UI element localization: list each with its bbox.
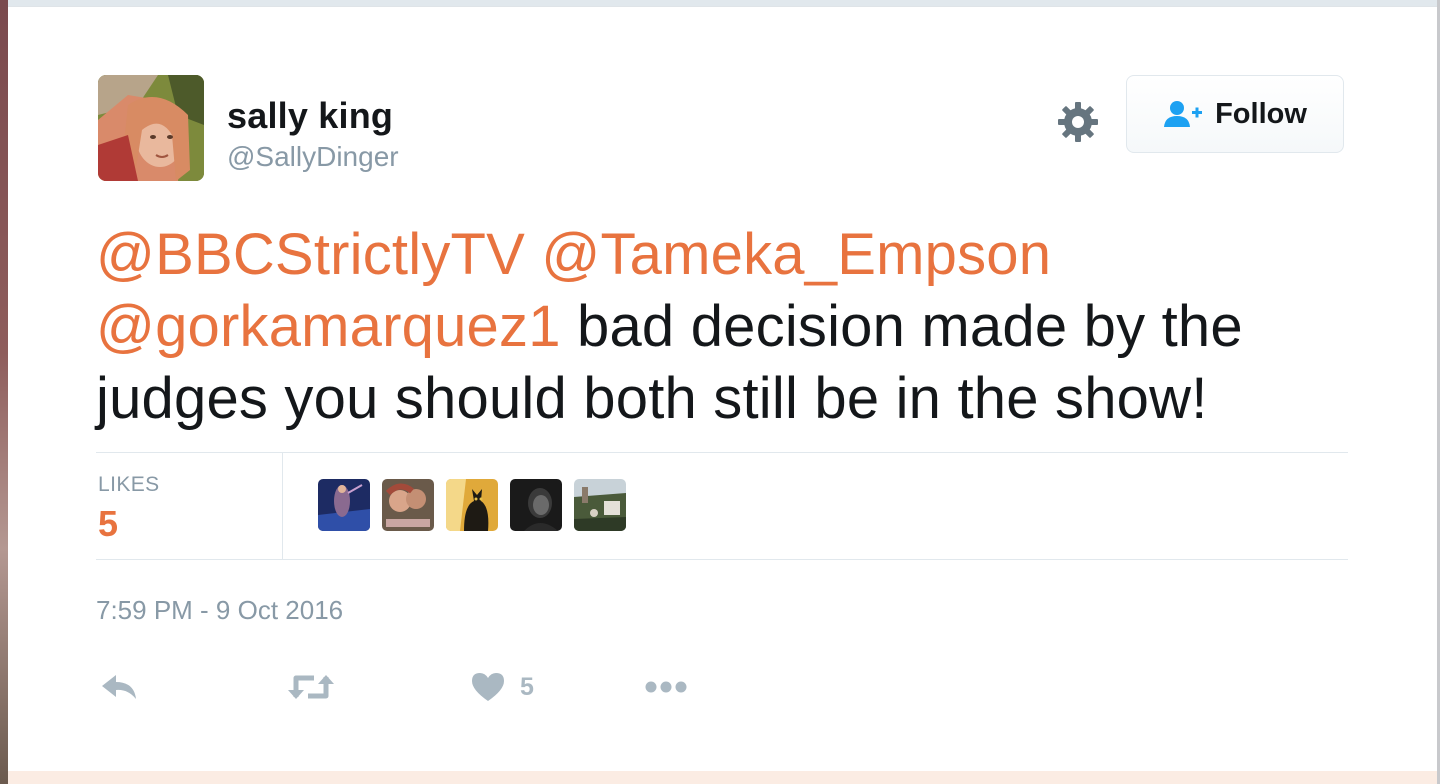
liker-avatar[interactable]: [318, 479, 370, 531]
gear-icon[interactable]: [1056, 100, 1100, 144]
reply-button[interactable]: [100, 663, 140, 711]
mention-link[interactable]: @Tameka_Empson: [541, 222, 1051, 287]
liker-avatar-icon: [382, 479, 434, 531]
more-button[interactable]: [644, 663, 688, 711]
tweet-actions: 5: [96, 663, 796, 711]
liker-avatar-icon: [510, 479, 562, 531]
like-count: 5: [520, 672, 534, 701]
liker-avatar-icon: [318, 479, 370, 531]
tweet-timestamp[interactable]: 7:59 PM - 9 Oct 2016: [96, 595, 343, 626]
likes-label: LIKES: [98, 473, 160, 496]
likes-stat[interactable]: LIKES 5: [96, 453, 283, 559]
profile-photo-icon: [98, 75, 204, 181]
user-handle[interactable]: @SallyDinger: [227, 141, 399, 173]
more-icon: [645, 681, 687, 693]
person-plus-icon: [1163, 99, 1203, 129]
retweet-icon: [288, 675, 334, 699]
liker-avatar[interactable]: [446, 479, 498, 531]
tweet-card: sally king @SallyDinger Follow @BBCStric…: [8, 6, 1437, 771]
liker-avatar[interactable]: [510, 479, 562, 531]
background-edge-left: [0, 0, 8, 784]
liker-avatar[interactable]: [574, 479, 626, 531]
background-strip-bottom: [8, 770, 1437, 784]
liker-avatar[interactable]: [382, 479, 434, 531]
liker-avatar-icon: [574, 479, 626, 531]
heart-icon: [472, 673, 504, 701]
tweet-stats: LIKES 5: [96, 452, 1348, 560]
follow-button-label: Follow: [1215, 97, 1307, 130]
follow-button[interactable]: Follow: [1126, 75, 1344, 153]
reply-icon: [102, 675, 136, 699]
retweet-button[interactable]: [288, 663, 334, 711]
liker-avatar-icon: [446, 479, 498, 531]
mention-link[interactable]: @BBCStrictlyTV: [96, 222, 525, 287]
likes-count: 5: [98, 503, 119, 544]
user-avatar[interactable]: [98, 75, 204, 181]
like-button[interactable]: 5: [470, 663, 534, 711]
mention-link[interactable]: @gorkamarquez1: [96, 294, 561, 359]
tweet-text: @BBCStrictlyTV @Tameka_Empson @gorkamarq…: [96, 219, 1356, 435]
likers-list: [318, 479, 626, 533]
display-name[interactable]: sally king: [227, 95, 393, 137]
